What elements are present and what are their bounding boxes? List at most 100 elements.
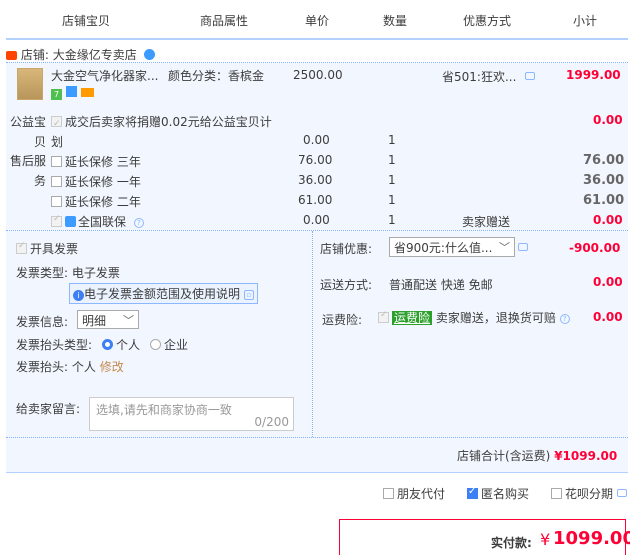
- anonymous-option[interactable]: 匿名购买: [467, 485, 529, 502]
- col-discount: 优惠方式: [463, 14, 512, 28]
- invoice-detail-value: 明细: [82, 314, 107, 328]
- shop-discount-amount: -900.00: [569, 241, 621, 255]
- invoice-open-checkbox: [16, 241, 27, 254]
- shipping-label: 运送方式:: [320, 278, 373, 292]
- radio-personal[interactable]: 个人: [102, 336, 140, 353]
- header-divider: [6, 38, 628, 40]
- huabei-info-icon[interactable]: [616, 489, 627, 497]
- huabei-label: 花呗分期: [565, 487, 614, 501]
- service-name-1: 延长保修 一年: [65, 175, 141, 189]
- invoice-detail-select[interactable]: 明细 ﹀: [77, 310, 139, 329]
- shop-discount-label: 店铺优惠:: [320, 242, 373, 256]
- warranty-discount: 卖家赠送: [462, 215, 511, 229]
- item-badges: 7: [51, 86, 94, 100]
- guarantee-icon: [65, 86, 77, 97]
- col-shop-item: 店铺宝贝: [62, 14, 111, 28]
- message-textarea[interactable]: 选填,请先和商家协商一致 0/200: [89, 397, 294, 431]
- service-qty-1: 1: [388, 173, 396, 187]
- warranty-checkbox: [51, 214, 62, 227]
- charity-label: 公益宝贝: [8, 112, 48, 152]
- invoice-head-type-label: 发票抬头类型:: [16, 338, 93, 352]
- invoice-type-value: 电子发票: [71, 266, 120, 280]
- service-price-2: 61.00: [298, 193, 333, 207]
- service-row-0[interactable]: 延长保修 三年: [51, 153, 141, 170]
- shop-discount-info-icon[interactable]: [518, 243, 528, 251]
- payment-label: 实付款:: [491, 536, 532, 550]
- service-checkbox-1[interactable]: [51, 176, 62, 187]
- shipping-value: 普通配送 快递 免邮: [389, 278, 493, 292]
- radio-company-dot[interactable]: [150, 339, 161, 350]
- service-row-1[interactable]: 延长保修 一年: [51, 173, 141, 190]
- invoice-head-value: 个人: [71, 360, 96, 374]
- charity-checkbox: [51, 114, 62, 134]
- invoice-head: 发票抬头: 个人 修改: [16, 358, 124, 375]
- service-subtotal-2: 61.00: [583, 193, 625, 208]
- shop-discount-value: 省900元:什么值...: [394, 241, 493, 255]
- service-checkbox-2[interactable]: [51, 196, 62, 207]
- invoice-info-link[interactable]: i 电子发票金额范围及使用说明 ▫: [69, 283, 258, 304]
- item-subtotal: 1999.00: [566, 68, 621, 82]
- total-row: 店铺合计(含运费) ¥1099.00: [457, 447, 617, 464]
- col-qty: 数量: [383, 14, 408, 28]
- warranty-help-icon[interactable]: ?: [133, 218, 144, 228]
- wangwang-chat-icon[interactable]: [143, 49, 155, 60]
- col-attrs: 商品属性: [200, 14, 249, 28]
- radio-company[interactable]: 企业: [150, 336, 188, 353]
- payment-currency: ¥: [540, 530, 551, 549]
- friend-pay-checkbox[interactable]: [383, 488, 394, 499]
- charity-text-content: 成交后卖家将捐赠0.02元给公益宝贝计划: [51, 115, 272, 149]
- discount-info-icon[interactable]: [525, 72, 536, 80]
- friend-pay-label: 朋友代付: [397, 487, 446, 501]
- service-price-1: 36.00: [298, 173, 333, 187]
- item-discount-text: 省501:狂欢...: [442, 70, 517, 84]
- col-price: 单价: [305, 14, 330, 28]
- payment-amount: 1099.00: [553, 528, 630, 549]
- invoice-modify-link[interactable]: 修改: [100, 360, 124, 374]
- charity-price: 0.00: [303, 133, 330, 147]
- warranty-qty: 1: [388, 213, 396, 227]
- invoice-detail-label: 发票信息:: [16, 315, 69, 329]
- shop-row: 店铺: 大金缘亿专卖店: [6, 46, 155, 63]
- service-subtotal-1: 36.00: [583, 173, 625, 188]
- insurance-tag: 运费险: [392, 311, 433, 325]
- charity-subtotal: 0.00: [593, 113, 623, 127]
- anonymous-checkbox[interactable]: [467, 486, 478, 499]
- item-attr: 颜色分类：香槟金: [168, 69, 265, 83]
- warranty-subtotal: 0.00: [593, 213, 623, 227]
- message-counter: 0/200: [254, 415, 289, 429]
- order-table-header: 店铺宝贝 商品属性 单价 数量 优惠方式 小计: [0, 0, 630, 40]
- radio-company-label: 企业: [164, 338, 189, 352]
- service-subtotal-0: 76.00: [583, 153, 625, 168]
- radio-personal-dot[interactable]: [102, 339, 113, 350]
- shop-discount-select[interactable]: 省900元:什么值... ﹀: [389, 237, 515, 257]
- friend-pay-option[interactable]: 朋友代付: [383, 485, 445, 502]
- service-qty-0: 1: [388, 153, 396, 167]
- invoice-head-type: 发票抬头类型:: [16, 336, 92, 353]
- invoice-info-bubble-icon: ▫: [243, 290, 254, 300]
- shop-name-link[interactable]: 大金缘亿专卖店: [53, 48, 137, 62]
- product-thumbnail[interactable]: [17, 68, 43, 100]
- service-price-0: 76.00: [298, 153, 333, 167]
- total-label: 店铺合计(含运费): [457, 449, 551, 463]
- payment-box: 实付款: ¥ 1099.00: [339, 519, 630, 555]
- invoice-type-label: 发票类型:: [16, 266, 69, 280]
- warranty-row: 全国联保 ?: [51, 213, 144, 230]
- insurance-help-icon[interactable]: ?: [559, 314, 570, 324]
- invoice-type: 发票类型: 电子发票: [16, 264, 120, 281]
- service-name-0: 延长保修 三年: [65, 155, 141, 169]
- shop-label: 店铺:: [20, 48, 49, 62]
- insurance-label: 运费险:: [322, 313, 363, 327]
- insurance-row: 运费险 卖家赠送，退换货可赔 ?: [378, 309, 570, 326]
- insurance-text: 卖家赠送，退换货可赔: [435, 311, 556, 325]
- invoice-info-text: 电子发票金额范围及使用说明: [84, 287, 241, 301]
- chevron-down-icon: ﹀: [499, 241, 510, 254]
- total-divider-top: [6, 437, 628, 438]
- insurance-checkbox: [378, 310, 389, 323]
- message-placeholder: 选填,请先和商家协商一致: [96, 403, 232, 417]
- promo-panel: [313, 231, 628, 437]
- huabei-checkbox[interactable]: [551, 488, 562, 499]
- service-row-2[interactable]: 延长保修 二年: [51, 193, 141, 210]
- item-title-link[interactable]: 大金空气净化器家...: [51, 67, 158, 84]
- service-checkbox-0[interactable]: [51, 156, 62, 167]
- huabei-option[interactable]: 花呗分期: [551, 485, 627, 502]
